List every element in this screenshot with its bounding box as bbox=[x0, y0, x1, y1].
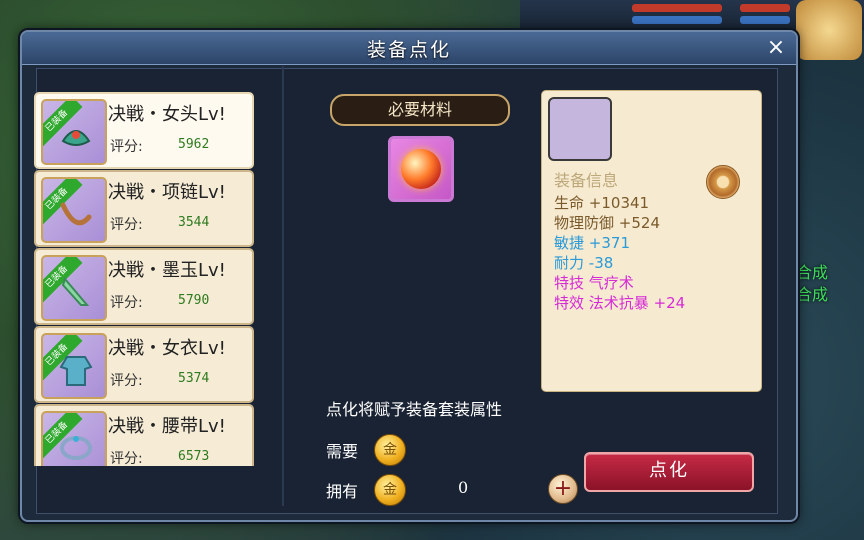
side-menu-text[interactable]: 合成 合成 bbox=[796, 262, 828, 306]
gold-coin-icon: 金 bbox=[374, 434, 406, 466]
stat-label: 物理防御 bbox=[554, 214, 615, 232]
stat-value: +524 bbox=[618, 214, 660, 232]
robe-icon: 已装备 bbox=[41, 333, 107, 399]
stat-line: 生命 +10341 bbox=[554, 193, 649, 213]
belt-icon: 已装备 bbox=[41, 411, 107, 466]
score-label: 评分: bbox=[110, 451, 143, 466]
score-label: 评分: bbox=[110, 217, 143, 233]
close-icon[interactable]: × bbox=[764, 36, 788, 60]
equipment-card[interactable]: 已装备 决戦・墨玉Lv! 评分: 5790 bbox=[34, 248, 254, 325]
player-avatar[interactable] bbox=[796, 0, 862, 60]
equipment-name: 决戦・墨玉Lv! bbox=[108, 260, 226, 281]
stat-value: +371 bbox=[588, 234, 630, 252]
stat-value: -38 bbox=[588, 254, 614, 272]
necklace-icon: 已装备 bbox=[41, 177, 107, 243]
score-label: 评分: bbox=[110, 139, 143, 155]
equipment-card[interactable]: 已装备 决戦・项链Lv! 评分: 3544 bbox=[34, 170, 254, 247]
stat-line: 敏捷 +371 bbox=[554, 233, 630, 253]
pet-mp-bar bbox=[740, 16, 790, 24]
stat-label: 敏捷 bbox=[554, 234, 585, 252]
stat-line: 特技 气疗术 bbox=[554, 273, 634, 293]
equipment-name: 决戦・项链Lv! bbox=[108, 182, 226, 203]
fire-orb-icon bbox=[401, 149, 441, 189]
stat-value: 气疗术 bbox=[588, 274, 634, 292]
score-value: 5374 bbox=[178, 371, 210, 386]
equipment-info-panel: 装备信息 生命 +10341 物理防御 +524 敏捷 +371 耐力 -38 … bbox=[541, 90, 762, 392]
score-value: 3544 bbox=[178, 215, 210, 230]
score-value: 5790 bbox=[178, 293, 210, 308]
pet-hp-bar bbox=[740, 4, 790, 12]
side-menu-label: 合成 bbox=[796, 285, 829, 304]
detail-coin-icon[interactable] bbox=[706, 165, 740, 199]
equipment-name: 决戦・女头Lv! bbox=[108, 104, 226, 125]
own-label: 拥有 bbox=[326, 482, 359, 501]
stat-value: 法术抗暴 +24 bbox=[588, 294, 686, 312]
score-value: 5962 bbox=[178, 137, 210, 152]
side-menu-label: 合成 bbox=[796, 263, 829, 282]
material-slot[interactable] bbox=[388, 136, 454, 202]
stat-label: 特效 bbox=[554, 294, 585, 312]
stat-line: 特效 法术抗暴 +24 bbox=[554, 293, 685, 313]
mp-bar bbox=[632, 16, 722, 24]
materials-banner: 必要材料 bbox=[330, 94, 510, 126]
stat-label: 耐力 bbox=[554, 254, 585, 272]
equipment-card[interactable]: 已装备 决戦・腰带Lv! 评分: 6573 bbox=[34, 404, 254, 466]
stat-value: +10341 bbox=[588, 194, 650, 212]
hp-bar bbox=[632, 4, 722, 12]
score-label: 评分: bbox=[110, 373, 143, 389]
stat-line: 物理防御 +524 bbox=[554, 213, 660, 233]
stat-label: 特技 bbox=[554, 274, 585, 292]
score-value: 6573 bbox=[178, 449, 210, 464]
helmet-icon: 已装备 bbox=[41, 99, 107, 165]
stat-label: 生命 bbox=[554, 194, 585, 212]
score-label: 评分: bbox=[110, 295, 143, 311]
panel-divider bbox=[282, 66, 284, 506]
equipment-name: 决戦・女衣Lv! bbox=[108, 338, 226, 359]
stat-line: 耐力 -38 bbox=[554, 253, 613, 273]
add-currency-button[interactable]: + bbox=[548, 474, 578, 504]
own-value: 0 bbox=[458, 478, 469, 497]
equipment-card[interactable]: 已装备 决戦・女头Lv! 评分: 5962 bbox=[34, 92, 254, 169]
equipment-card[interactable]: 已装备 决戦・女衣Lv! 评分: 5374 bbox=[34, 326, 254, 403]
need-label: 需要 bbox=[326, 442, 359, 461]
refine-description: 点化将赋予装备套装属性 bbox=[326, 400, 503, 419]
jade-icon: 已装备 bbox=[41, 255, 107, 321]
equipment-list[interactable]: 已装备 决戦・女头Lv! 评分: 5962 已装备 决戦・项链Lv! 评分: 3… bbox=[34, 60, 256, 466]
dialog-title: 装备点化 bbox=[366, 39, 451, 61]
refine-button[interactable]: 点化 bbox=[584, 452, 754, 492]
equipment-name: 决戦・腰带Lv! bbox=[108, 416, 226, 437]
equipment-thumbnail bbox=[548, 97, 612, 161]
gold-coin-icon: 金 bbox=[374, 474, 406, 506]
info-title: 装备信息 bbox=[554, 171, 619, 190]
